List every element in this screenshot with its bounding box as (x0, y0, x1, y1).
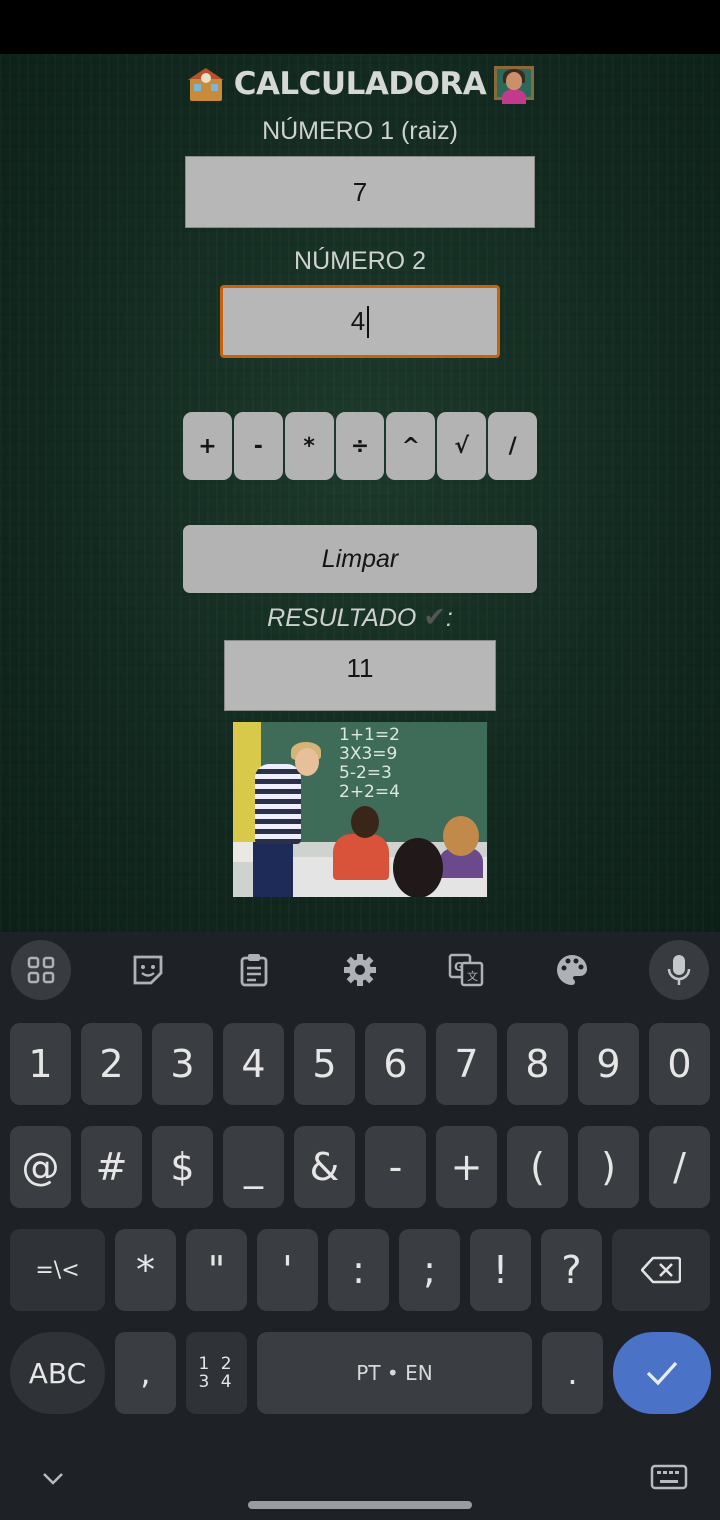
key-at[interactable]: @ (10, 1126, 71, 1208)
operator-buttons: + - * ÷ ^ √ / (183, 412, 538, 480)
app-title-text: CALCULADORA (233, 66, 487, 102)
multiply-button[interactable]: * (284, 412, 334, 480)
key-open-paren[interactable]: ( (507, 1126, 568, 1208)
numpad-key[interactable]: 1 2 3 4 (186, 1332, 247, 1414)
number1-value: 7 (352, 176, 368, 207)
slash-divide-button[interactable]: / (488, 412, 538, 480)
keyboard-toolbar: G文 (0, 940, 720, 1000)
abc-key[interactable]: ABC (10, 1332, 105, 1414)
calculator-app: CALCULADORA NÚMERO 1 (raiz) 7 NÚMERO 2 4… (0, 54, 720, 932)
key-plus[interactable]: + (436, 1126, 497, 1208)
number1-label: NÚMERO 1 (raiz) (262, 117, 458, 145)
number2-label: NÚMERO 2 (294, 247, 426, 275)
chalkboard-math: 1+1=2 3X3=9 5-2=3 2+2=4 (339, 725, 400, 802)
key-comma[interactable]: , (115, 1332, 176, 1414)
key-double-quote[interactable]: " (186, 1229, 247, 1311)
svg-text:文: 文 (467, 969, 478, 983)
status-bar (0, 0, 720, 54)
school-icon (186, 64, 226, 104)
microphone-icon[interactable] (649, 940, 709, 1000)
key-0[interactable]: 0 (649, 1023, 710, 1105)
key-ampersand[interactable]: & (294, 1126, 355, 1208)
key-5[interactable]: 5 (294, 1023, 355, 1105)
key-4[interactable]: 4 (223, 1023, 284, 1105)
backspace-icon[interactable] (612, 1229, 710, 1311)
result-value: 11 (346, 653, 374, 683)
add-button[interactable]: + (183, 412, 232, 480)
settings-gear-icon[interactable] (330, 940, 390, 1000)
soft-keyboard: G文 1 2 3 4 5 6 7 8 9 0 @ # $ _ & - + ( )… (0, 932, 720, 1520)
result-label: RESULTADO ✔: (0, 602, 720, 633)
number1-input[interactable]: 7 (185, 156, 535, 228)
result-label-text: RESULTADO (267, 604, 417, 632)
nav-row (0, 1460, 720, 1520)
subtract-button[interactable]: - (233, 412, 283, 480)
key-8[interactable]: 8 (507, 1023, 568, 1105)
divide-button[interactable]: ÷ (335, 412, 385, 480)
sticker-icon[interactable] (118, 940, 178, 1000)
key-3[interactable]: 3 (152, 1023, 213, 1105)
key-underscore[interactable]: _ (223, 1126, 284, 1208)
gesture-handle (248, 1501, 472, 1509)
key-1[interactable]: 1 (10, 1023, 71, 1105)
clipboard-icon[interactable] (224, 940, 284, 1000)
classroom-photo: 1+1=2 3X3=9 5-2=3 2+2=4 (233, 722, 487, 897)
power-button[interactable]: ^ (386, 412, 436, 480)
key-slash[interactable]: / (649, 1126, 710, 1208)
key-6[interactable]: 6 (365, 1023, 426, 1105)
key-9[interactable]: 9 (578, 1023, 639, 1105)
svg-text:G: G (454, 960, 464, 974)
apps-grid-icon[interactable] (11, 940, 71, 1000)
text-caret (367, 305, 370, 338)
key-hash[interactable]: # (81, 1126, 142, 1208)
key-colon[interactable]: : (328, 1229, 389, 1311)
key-asterisk[interactable]: * (115, 1229, 176, 1311)
app-title: CALCULADORA (0, 64, 720, 104)
clear-button[interactable]: Limpar (183, 525, 537, 593)
teacher-icon (494, 64, 535, 104)
number2-value: 4 (350, 306, 366, 336)
space-bar[interactable]: PT • EN (257, 1332, 532, 1414)
result-colon: : (445, 604, 453, 632)
key-period[interactable]: . (542, 1332, 603, 1414)
enter-check-icon[interactable] (613, 1332, 711, 1414)
key-question[interactable]: ? (541, 1229, 602, 1311)
key-more-symbols[interactable]: =\< (10, 1229, 105, 1311)
hide-keyboard-chevron-icon[interactable] (38, 1464, 68, 1494)
key-single-quote[interactable]: ' (257, 1229, 318, 1311)
key-semicolon[interactable]: ; (399, 1229, 460, 1311)
key-close-paren[interactable]: ) (578, 1126, 639, 1208)
translate-icon[interactable]: G文 (436, 940, 496, 1000)
result-output: 11 (224, 640, 496, 711)
check-icon: ✔ (423, 602, 446, 632)
key-exclamation[interactable]: ! (470, 1229, 531, 1311)
keyboard-switch-icon[interactable] (650, 1462, 688, 1496)
key-7[interactable]: 7 (436, 1023, 497, 1105)
root-button[interactable]: √ (437, 412, 487, 480)
key-minus[interactable]: - (365, 1126, 426, 1208)
number2-input[interactable]: 4 (220, 285, 500, 358)
palette-icon[interactable] (542, 940, 602, 1000)
key-dollar[interactable]: $ (152, 1126, 213, 1208)
key-2[interactable]: 2 (81, 1023, 142, 1105)
